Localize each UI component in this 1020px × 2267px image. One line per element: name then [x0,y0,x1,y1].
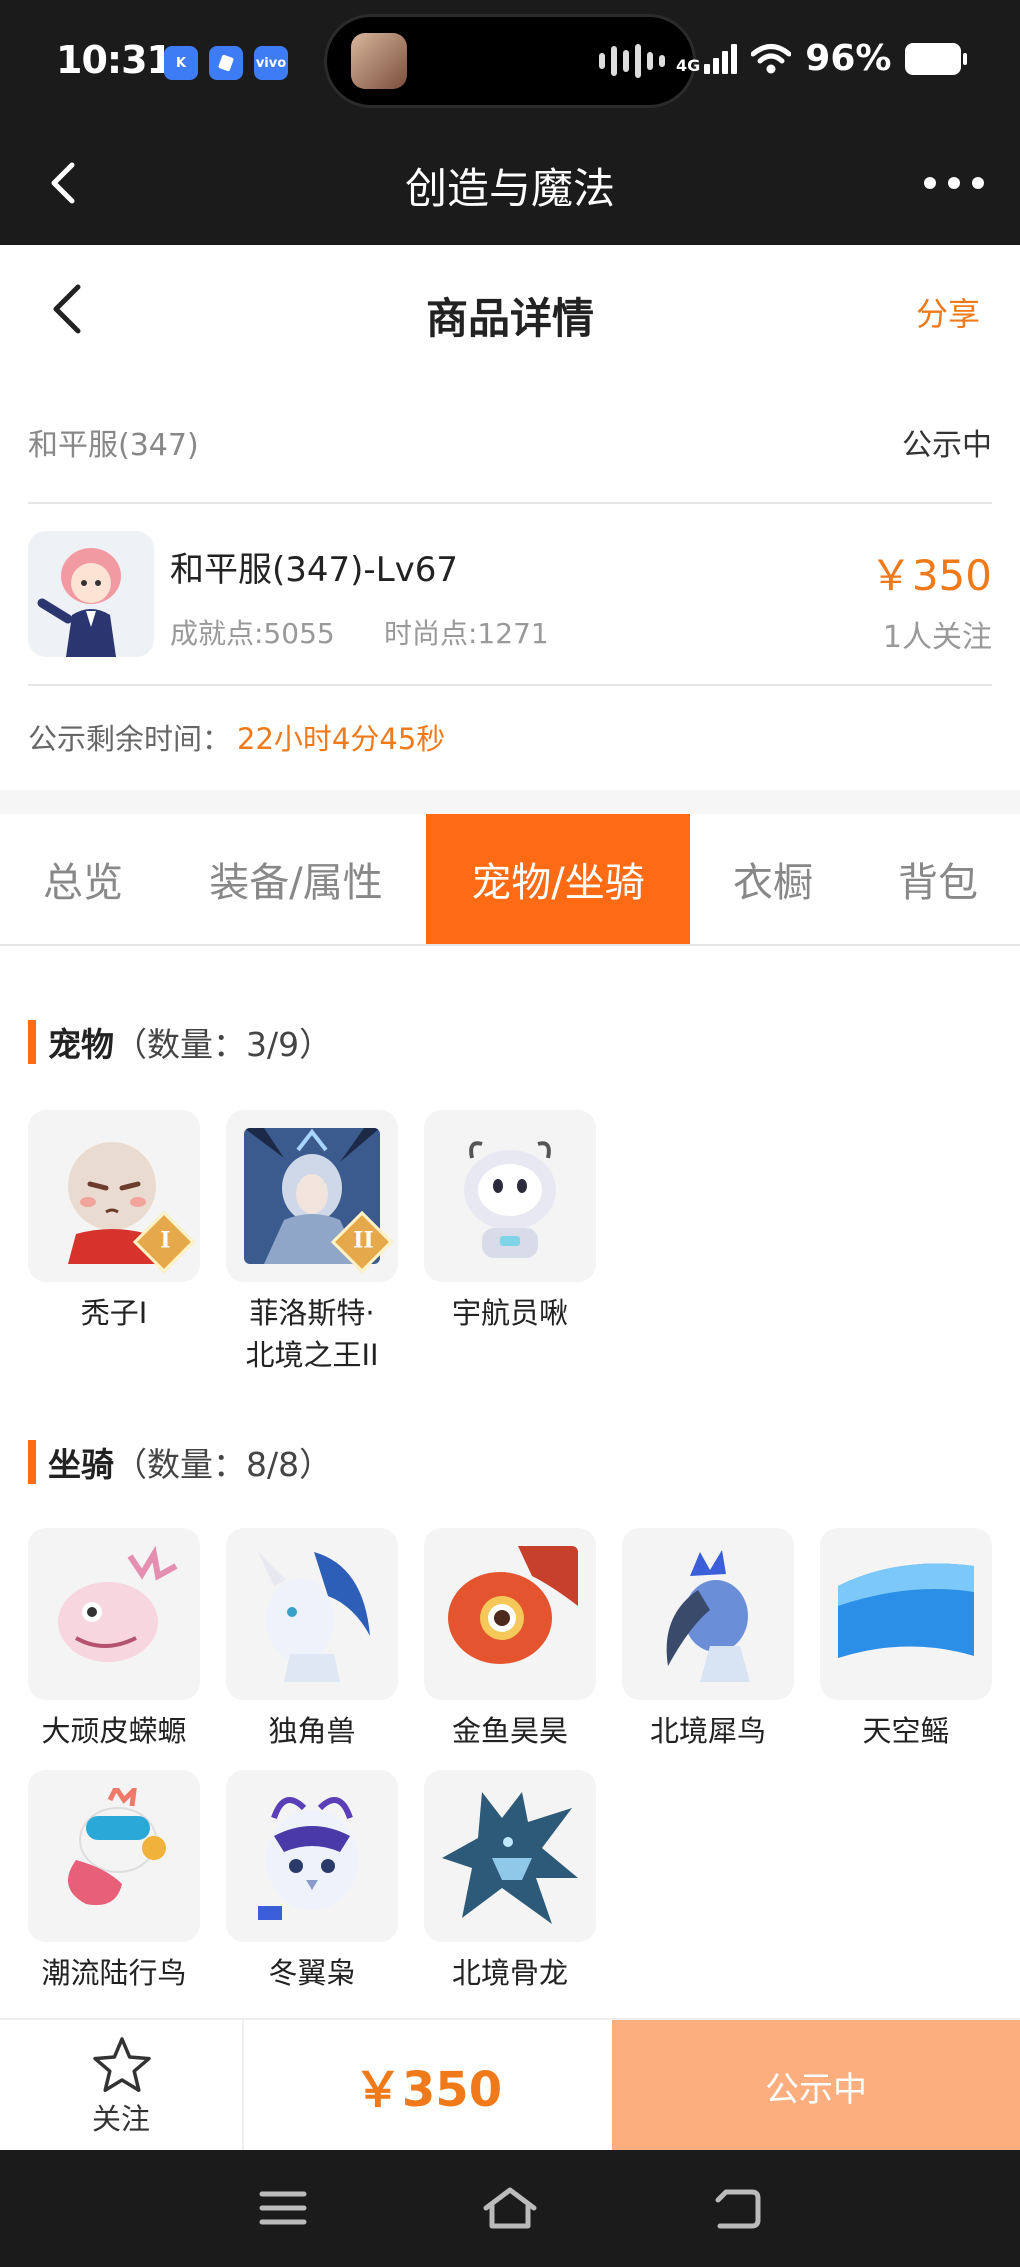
pet-name: 菲洛斯特· 北境之王II [226,1292,398,1376]
follow-button[interactable]: 关注 [0,2020,244,2150]
trendy-bird-icon [28,1770,200,1942]
page-title: 商品详情 [425,294,594,343]
status-bar: 10:31 K vivo 4G 96% [0,0,1020,125]
mount-item[interactable]: 潮流陆行鸟 [28,1770,200,1994]
hornbill-icon [622,1528,794,1700]
notification-icons: K vivo [164,46,288,80]
menu-icon[interactable] [258,2186,308,2230]
mounts-title: 坐骑 [48,1445,114,1484]
goldfish-icon [424,1528,596,1700]
remaining-value: 22小时4分45秒 [237,722,446,756]
pet-item[interactable]: I 秃子I [28,1110,200,1334]
pet-name-line1: 菲洛斯特· [249,1296,375,1330]
astronaut-icon [424,1110,596,1282]
pets-section-title: 宠物 （数量：3/9） [28,1020,332,1064]
battery-percent: 96% [805,38,892,79]
battery-icon [905,42,968,75]
music-avatar-icon [351,33,407,89]
mount-name: 金鱼昊昊 [451,1714,568,1748]
fashion-points: 时尚点:1271 [384,617,549,650]
follow-label: 关注 [91,2102,150,2136]
mount-item[interactable]: 金鱼昊昊 [424,1528,596,1752]
mount-name: 北境犀鸟 [649,1714,766,1748]
app-header: 创造与魔法 [0,125,1020,245]
winter-owl-icon [226,1770,398,1942]
character-avatar [28,531,154,657]
signal-icon [704,43,738,74]
mount-item[interactable]: 北境骨龙 [424,1770,596,1994]
pet-name: 秃子I [80,1296,148,1330]
product-name: 和平服(347)-Lv67 [170,550,459,590]
tab-equipment[interactable]: 装备/属性 [166,814,426,944]
clock: 10:31 [56,38,173,82]
share-button[interactable]: 分享 [916,289,980,335]
remaining-label: 公示剩余时间： [28,722,232,756]
app-title: 创造与魔法 [404,164,615,213]
badge-text: II [353,1227,374,1254]
mount-name: 大顽皮蝾螈 [41,1714,187,1748]
audio-wave-icon [599,43,665,79]
pets-title: 宠物 [48,1025,114,1064]
star-icon [93,2037,151,2092]
section-divider [0,790,1020,814]
pets-count: （数量：3/9） [114,1025,333,1064]
mount-item[interactable]: 冬翼枭 [226,1770,398,1994]
pet-item[interactable]: 宇航员啾 [424,1110,596,1334]
product-price: ￥350 [869,551,992,600]
mount-item[interactable]: 北境犀鸟 [622,1528,794,1752]
mount-item[interactable]: 大顽皮蝾螈 [28,1528,200,1752]
mount-item[interactable]: 天空鳐 [820,1528,992,1752]
product-summary[interactable]: 和平服(347)-Lv67 成就点:5055 时尚点:1271 ￥350 1人关… [28,506,992,686]
bone-dragon-icon [424,1770,596,1942]
sky-ray-icon [820,1528,992,1700]
wifi-icon [751,43,792,73]
axolotl-icon [28,1528,200,1700]
home-icon[interactable] [482,2186,538,2230]
remaining-time: 公示剩余时间： 22小时4分45秒 [28,716,445,758]
bald-pet-icon: I [28,1110,200,1282]
bottom-price: ￥350 [353,2062,503,2118]
vivo-app-icon: vivo [254,46,288,80]
section-accent-bar [28,1020,36,1064]
frost-king-icon: II [226,1110,398,1282]
server-name: 和平服(347) [28,428,199,463]
mount-name: 天空鳐 [862,1714,950,1748]
mount-name: 潮流陆行鸟 [41,1956,187,1990]
dynamic-island[interactable] [324,14,696,108]
k-app-icon: K [164,46,198,80]
mount-name: 冬翼枭 [268,1956,356,1990]
tab-wardrobe[interactable]: 衣橱 [690,814,856,944]
network-type: 4G [676,55,701,75]
tab-pets-mounts[interactable]: 宠物/坐骑 [426,814,690,944]
status-button[interactable]: 公示中 [612,2020,1020,2152]
action-bar: 关注 ￥350 公示中 [0,2018,1020,2152]
mount-name: 北境骨龙 [451,1956,568,1990]
mounts-section-title: 坐骑 （数量：8/8） [28,1440,332,1484]
tab-overview[interactable]: 总览 [0,814,166,944]
pet-item[interactable]: II 菲洛斯特· 北境之王II [226,1110,398,1376]
section-accent-bar [28,1440,36,1484]
pet-name-line2: 北境之王II [245,1338,379,1372]
system-nav-bar [0,2150,1020,2267]
back-nav-icon[interactable] [712,2186,762,2230]
follower-count: 1人关注 [882,620,992,655]
pet-name: 宇航员啾 [451,1296,568,1330]
server-row: 和平服(347) 公示中 [28,400,992,504]
mount-name: 独角兽 [268,1714,356,1748]
note-app-icon [209,46,243,80]
mount-item[interactable]: 独角兽 [226,1528,398,1752]
page-header: 商品详情 分享 [0,245,1020,375]
system-indicators: 4G 96% [676,38,968,79]
tab-bag[interactable]: 背包 [856,814,1020,944]
achievement-points: 成就点:5055 [170,617,335,650]
tab-bar: 总览 装备/属性 宠物/坐骑 衣橱 背包 [0,814,1020,946]
listing-status: 公示中 [902,428,992,463]
badge-text: I [160,1227,171,1254]
more-icon[interactable] [924,165,984,201]
mounts-count: （数量：8/8） [114,1445,333,1484]
unicorn-icon [226,1528,398,1700]
